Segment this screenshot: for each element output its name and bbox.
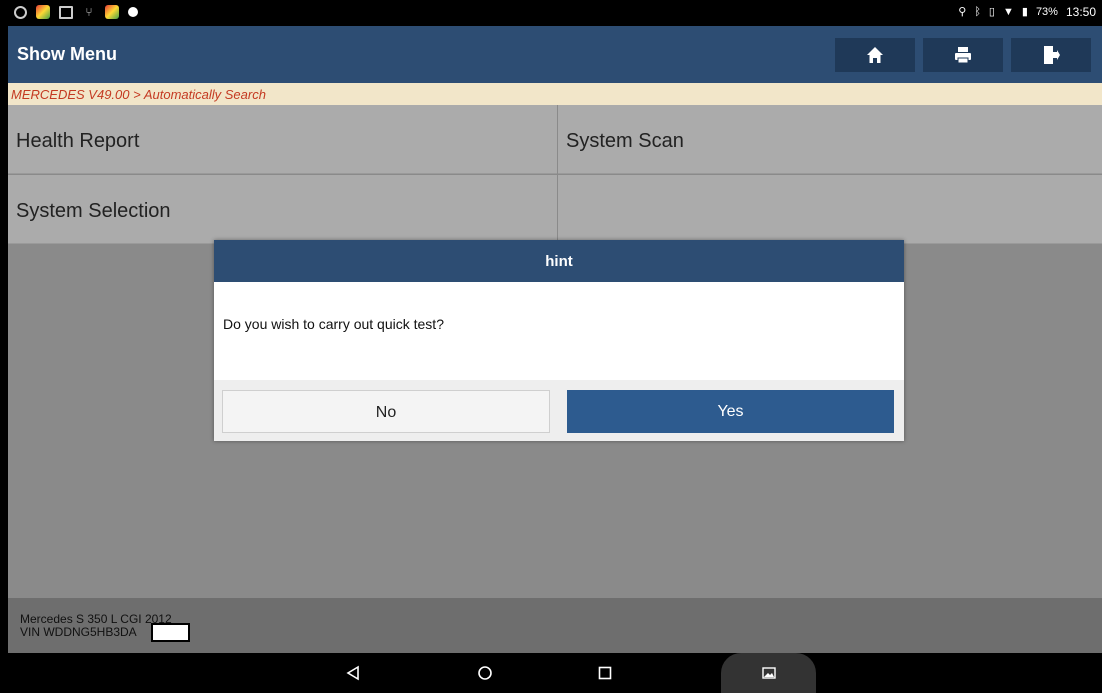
dialog-actions: No Yes: [214, 380, 904, 441]
menu-item-system-selection[interactable]: System Selection: [8, 175, 557, 244]
menu-item-empty: [558, 175, 1102, 244]
vibrate-icon: ▯: [988, 6, 995, 18]
print-icon: [955, 47, 971, 64]
exit-button[interactable]: [1011, 38, 1091, 72]
alarm-icon: [14, 5, 27, 19]
hint-dialog: hint Do you wish to carry out quick test…: [214, 240, 904, 441]
wifi-icon: ▼: [1002, 6, 1014, 18]
recents-button[interactable]: [593, 661, 617, 685]
status-bar: ⑂ ⚲ ᛒ ▯ ▼ ▮ 73% 13:50: [0, 0, 1102, 26]
screen-icon: [59, 5, 73, 19]
no-button[interactable]: No: [222, 390, 550, 433]
home-nav-button[interactable]: [473, 661, 497, 685]
location-icon: ⚲: [958, 6, 967, 18]
android-nav-bar: [0, 653, 1102, 693]
exit-icon: [1044, 46, 1060, 64]
redaction-box: [151, 623, 190, 642]
home-icon: [867, 47, 883, 63]
usb-icon: ⑂: [85, 5, 93, 19]
bluetooth-icon: ᛒ: [974, 6, 981, 18]
app-icon: [105, 5, 119, 19]
notification-icons: ⑂: [14, 5, 138, 19]
circle-home-icon: [478, 666, 492, 680]
square-recents-icon: [598, 666, 612, 680]
vehicle-info-bar: Mercedes S 350 L CGI 2012 VIN WDDNG5HB3D…: [8, 598, 1102, 653]
pointer-icon: [128, 7, 138, 17]
battery-icon: ▮: [1021, 6, 1028, 18]
screenshot-button[interactable]: [721, 653, 816, 693]
vehicle-vin: VIN WDDNG5HB3DA: [20, 625, 137, 639]
breadcrumb: MERCEDES V49.00 > Automatically Search: [8, 83, 1102, 105]
app-header: Show Menu: [8, 26, 1102, 83]
dialog-message: Do you wish to carry out quick test?: [223, 316, 444, 332]
back-icon: [346, 665, 359, 681]
home-button[interactable]: [835, 38, 915, 72]
image-icon: [761, 667, 776, 679]
back-button[interactable]: [341, 661, 365, 685]
menu-item-system-scan[interactable]: System Scan: [558, 105, 1102, 174]
vehicle-name: Mercedes S 350 L CGI 2012: [20, 612, 172, 626]
dialog-title: hint: [214, 240, 904, 282]
menu-item-health-report[interactable]: Health Report: [8, 105, 557, 174]
yes-button[interactable]: Yes: [567, 390, 894, 433]
page-title: Show Menu: [17, 44, 117, 64]
battery-percent: 73%: [1035, 6, 1058, 18]
clock: 13:50: [1065, 5, 1096, 19]
print-button[interactable]: [923, 38, 1003, 72]
app-icon: [36, 5, 50, 19]
system-icons: ⚲ ᛒ ▯ ▼ ▮ 73% 13:50: [958, 5, 1096, 19]
